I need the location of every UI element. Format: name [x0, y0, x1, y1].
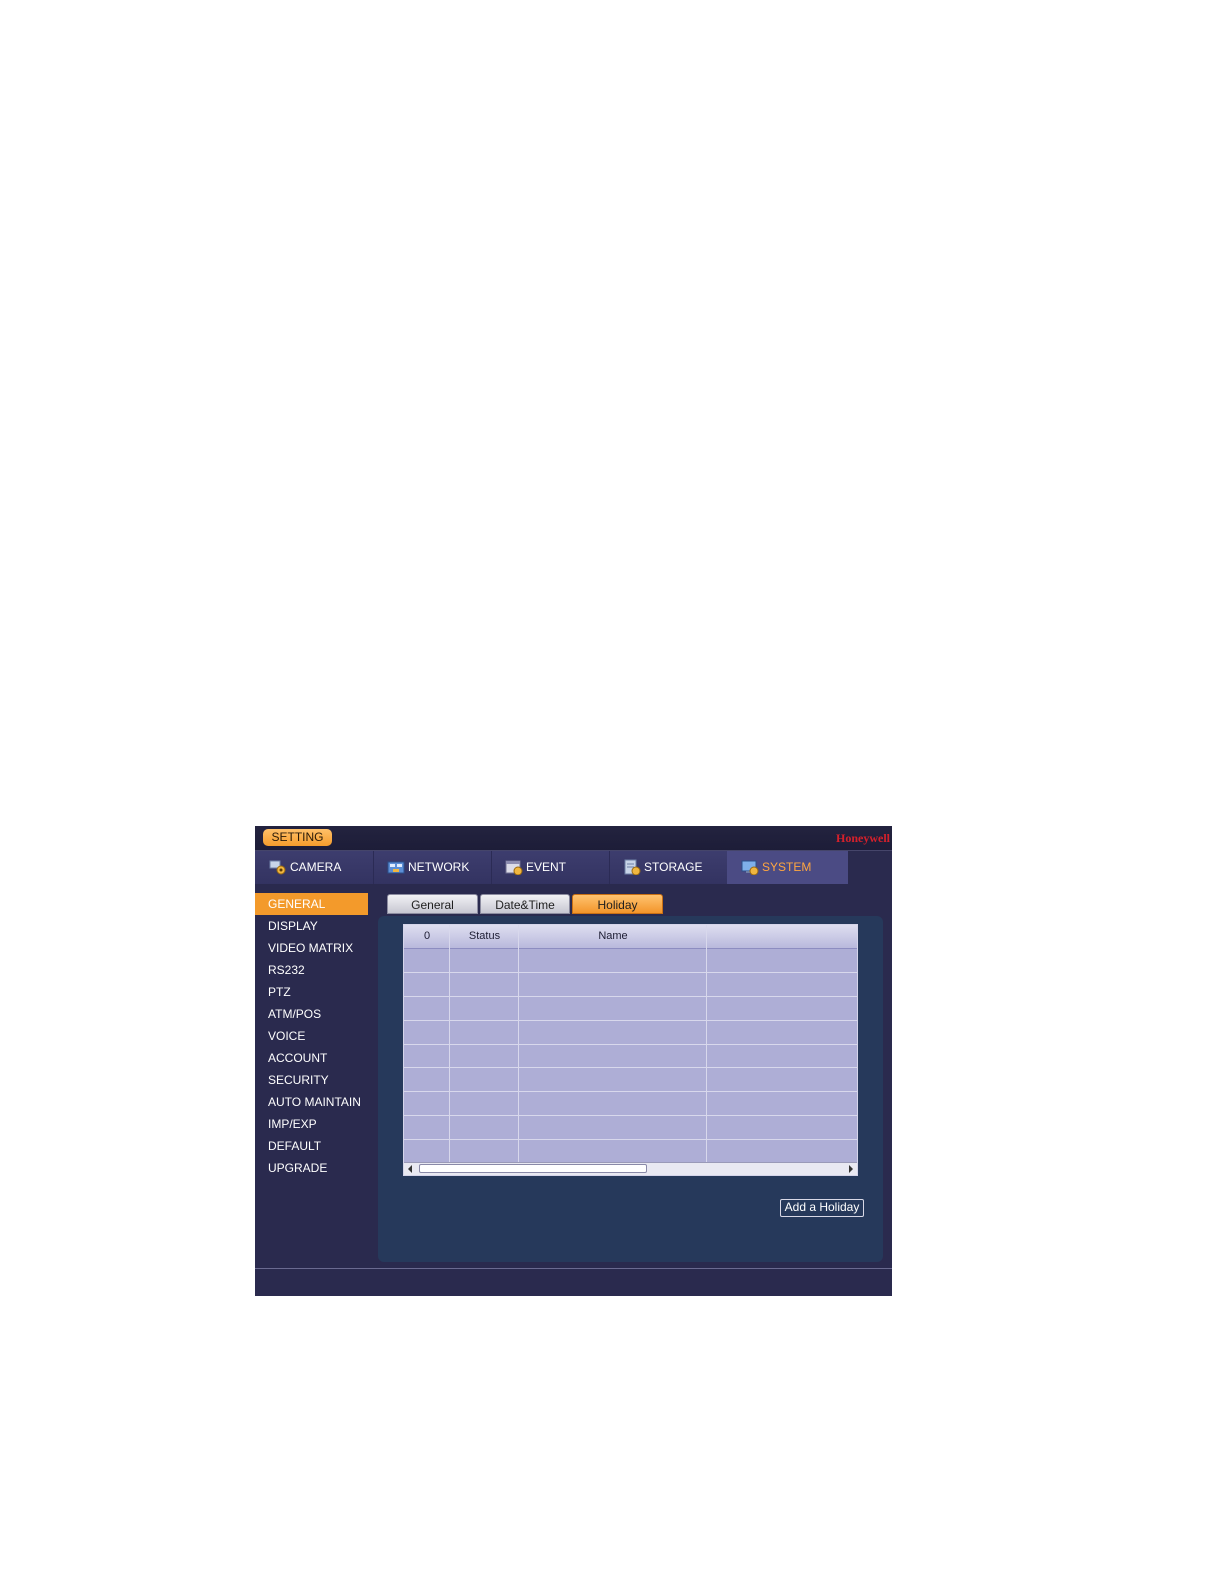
subtab-date-time[interactable]: Date&Time: [480, 894, 570, 914]
scroll-left-icon[interactable]: [408, 1165, 412, 1173]
table-header: 0 Status Name: [404, 925, 857, 949]
row-divider: [404, 1115, 857, 1116]
column-divider: [518, 925, 519, 1173]
column-header-extra: [707, 925, 857, 948]
tab-system-label: SYSTEM: [762, 860, 812, 874]
side-item-imp-exp[interactable]: IMP/EXP: [255, 1113, 368, 1135]
dvr-settings-screen: SETTING Honeywell CAMERA NETWORK EVENT S…: [255, 826, 892, 1296]
row-divider: [404, 1067, 857, 1068]
side-item-atm-pos[interactable]: ATM/POS: [255, 1003, 368, 1025]
side-menu: GENERAL DISPLAY VIDEO MATRIX RS232 PTZ A…: [255, 893, 368, 1179]
side-item-general[interactable]: GENERAL: [255, 893, 368, 915]
column-header-name: Name: [598, 930, 628, 942]
scroll-right-icon[interactable]: [849, 1165, 853, 1173]
camera-gear-icon: [269, 860, 286, 875]
tab-storage-label: STORAGE: [644, 860, 703, 874]
tab-camera-label: CAMERA: [290, 860, 342, 874]
system-icon: [741, 860, 759, 875]
tab-event-label: EVENT: [526, 860, 567, 874]
tab-event[interactable]: EVENT: [491, 851, 610, 884]
row-divider: [404, 1020, 857, 1021]
side-item-security[interactable]: SECURITY: [255, 1069, 368, 1091]
brand-logo: Honeywell: [836, 831, 890, 845]
holiday-panel: 0 Status Name Add a Holiday: [378, 916, 883, 1262]
footer-divider: [255, 1268, 892, 1269]
side-item-upgrade[interactable]: UPGRADE: [255, 1157, 368, 1179]
side-item-display[interactable]: DISPLAY: [255, 915, 368, 937]
tab-camera[interactable]: CAMERA: [255, 851, 374, 884]
add-holiday-button[interactable]: Add a Holiday: [780, 1199, 864, 1217]
row-divider: [404, 1044, 857, 1045]
column-header-index: 0: [423, 930, 431, 942]
title-bar: SETTING Honeywell: [255, 826, 892, 851]
side-item-voice[interactable]: VOICE: [255, 1025, 368, 1047]
side-item-video-matrix[interactable]: VIDEO MATRIX: [255, 937, 368, 959]
network-icon: [387, 861, 405, 874]
holiday-table[interactable]: 0 Status Name: [403, 924, 858, 1176]
main-tab-bar: CAMERA NETWORK EVENT STORAGE SYSTEM: [255, 851, 848, 884]
row-divider: [404, 1091, 857, 1092]
subtab-holiday[interactable]: Holiday: [572, 894, 663, 914]
tab-system[interactable]: SYSTEM: [727, 851, 848, 884]
storage-icon: [624, 859, 641, 875]
column-divider: [449, 925, 450, 1173]
subtab-general[interactable]: General: [387, 894, 478, 914]
side-item-ptz[interactable]: PTZ: [255, 981, 368, 1003]
side-item-default[interactable]: DEFAULT: [255, 1135, 368, 1157]
side-item-rs232[interactable]: RS232: [255, 959, 368, 981]
row-divider: [404, 996, 857, 997]
scrollbar-thumb[interactable]: [419, 1164, 647, 1173]
column-divider: [706, 925, 707, 1173]
tab-network-label: NETWORK: [408, 860, 470, 874]
tab-storage[interactable]: STORAGE: [609, 851, 728, 884]
horizontal-scrollbar[interactable]: [404, 1162, 857, 1175]
row-divider: [404, 972, 857, 973]
column-header-status: Status: [468, 930, 501, 942]
event-icon: [505, 860, 523, 875]
row-divider: [404, 1139, 857, 1140]
setting-badge: SETTING: [263, 829, 332, 846]
side-item-account[interactable]: ACCOUNT: [255, 1047, 368, 1069]
side-item-auto-maintain[interactable]: AUTO MAINTAIN: [255, 1091, 368, 1113]
tab-network[interactable]: NETWORK: [373, 851, 492, 884]
